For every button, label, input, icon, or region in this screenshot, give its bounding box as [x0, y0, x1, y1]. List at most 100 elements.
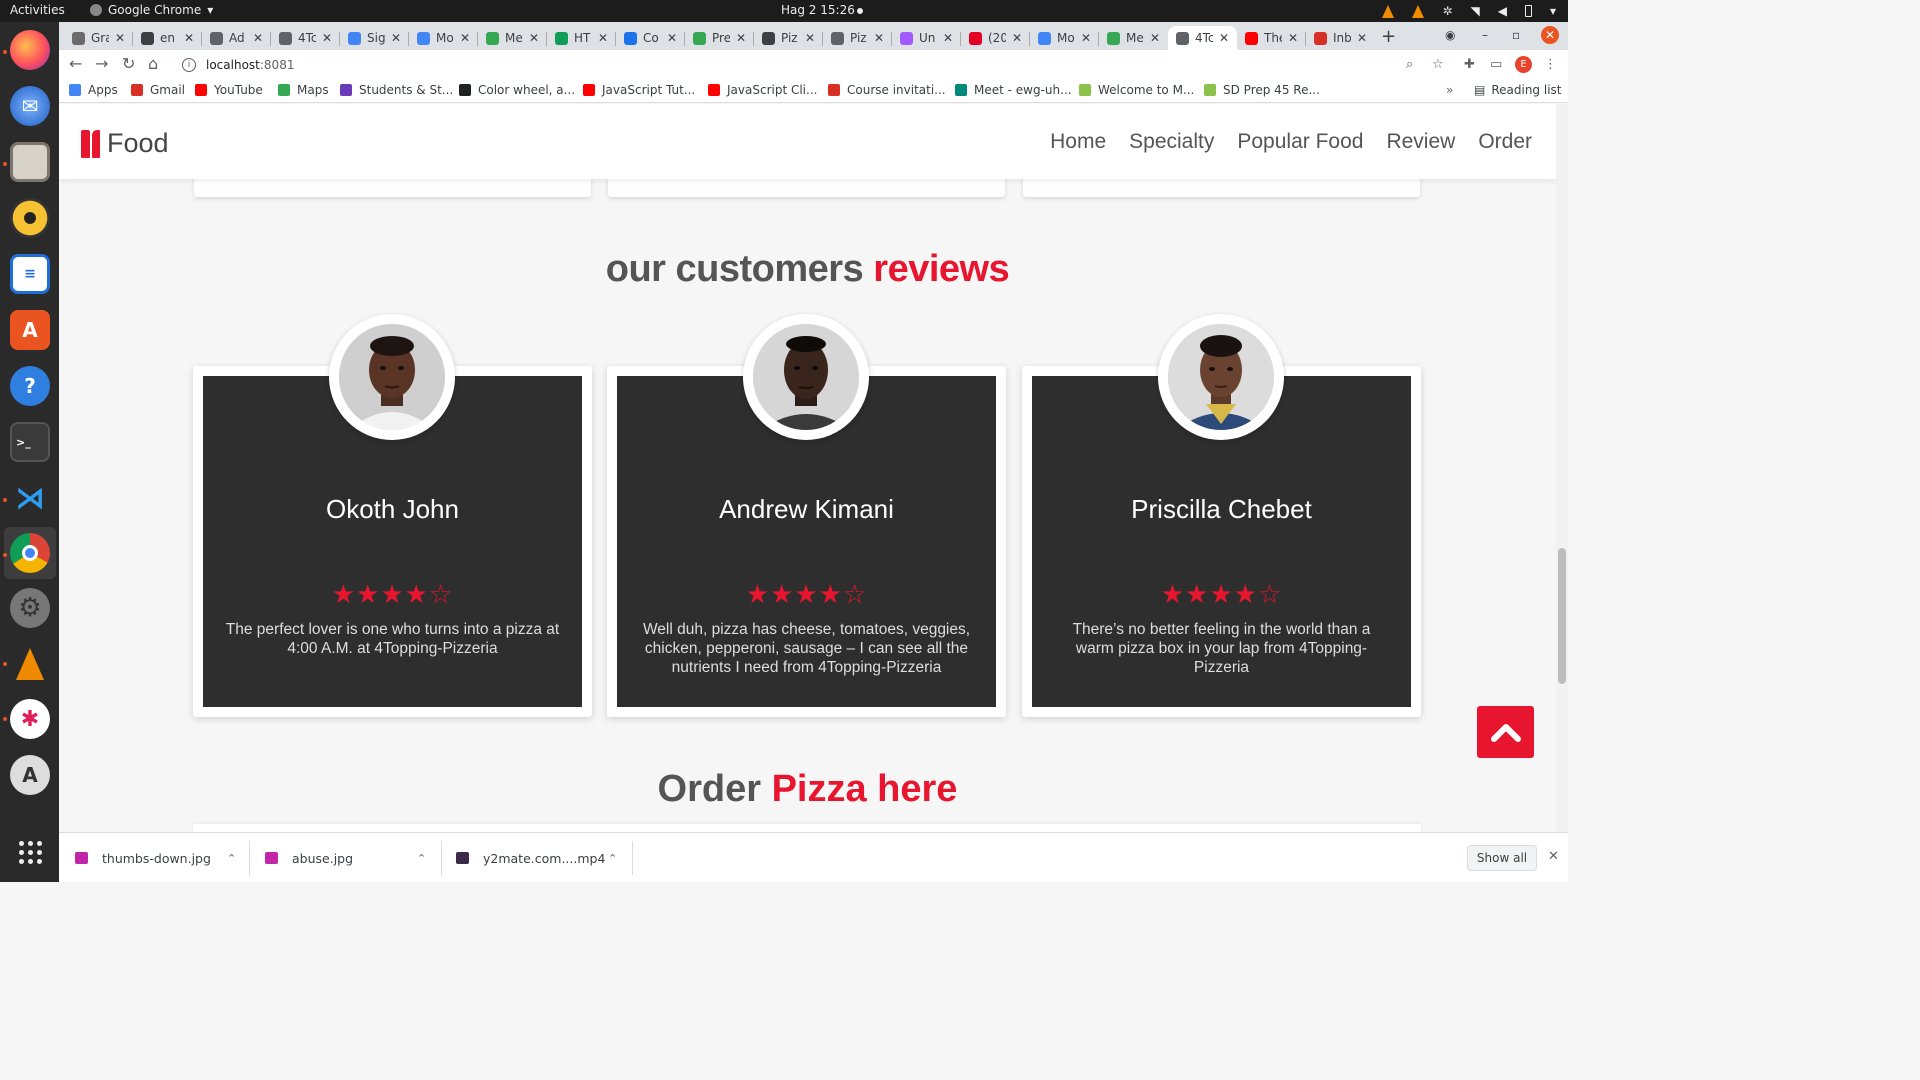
new-tab-button[interactable]: + — [1381, 26, 1396, 47]
close-window-button[interactable]: ✕ — [1541, 26, 1559, 44]
tab-search-icon[interactable]: ◉ — [1445, 28, 1455, 42]
close-tab-icon[interactable]: ✕ — [115, 31, 125, 45]
vscode-icon[interactable]: ⋊ — [10, 478, 50, 518]
browser-tab[interactable]: Piz ✕ — [754, 26, 823, 50]
browser-tab[interactable]: en ✕ — [133, 26, 202, 50]
bookmark-item[interactable]: JavaScript Cli... — [708, 83, 817, 97]
firefox-icon[interactable] — [10, 30, 50, 70]
nav-order[interactable]: Order — [1478, 130, 1532, 154]
browser-tab[interactable]: The ✕ — [1237, 26, 1306, 50]
browser-tab[interactable]: (20 ✕ — [961, 26, 1030, 50]
back-arrow-icon[interactable]: ← — [69, 54, 82, 73]
activities-button[interactable]: Activities — [10, 3, 65, 17]
page-scrollbar[interactable] — [1556, 104, 1568, 832]
wifi-icon[interactable]: ◥ — [1471, 4, 1480, 18]
tab-active[interactable]: 4Tc ✕ — [1168, 26, 1237, 50]
close-tab-icon[interactable]: ✕ — [1150, 31, 1160, 45]
reading-list-button[interactable]: ▤ Reading list — [1474, 83, 1562, 97]
browser-tab[interactable]: Mo ✕ — [409, 26, 478, 50]
close-tab-icon[interactable]: ✕ — [1219, 31, 1229, 45]
app-menu[interactable]: Google Chrome ▾ — [90, 3, 213, 17]
browser-tab[interactable]: Co ✕ — [616, 26, 685, 50]
show-apps-icon[interactable] — [10, 832, 50, 872]
forward-arrow-icon[interactable]: → — [95, 54, 108, 73]
close-tab-icon[interactable]: ✕ — [460, 31, 470, 45]
rhythmbox-icon[interactable] — [10, 198, 50, 238]
nav-review[interactable]: Review — [1386, 130, 1455, 154]
download-item[interactable]: abuse.jpg ⌃ — [265, 833, 435, 883]
power-menu-icon[interactable]: ▾ — [1550, 4, 1556, 18]
close-tab-icon[interactable]: ✕ — [184, 31, 194, 45]
restore-button[interactable]: ▫ — [1512, 28, 1520, 42]
download-item[interactable]: thumbs-down.jpg ⌃ — [75, 833, 245, 883]
reload-icon[interactable]: ↻ — [122, 54, 135, 73]
scroll-to-top-button[interactable] — [1477, 706, 1534, 758]
bookmark-item[interactable]: Course invitati... — [828, 83, 946, 97]
browser-tab[interactable]: Piz ✕ — [823, 26, 892, 50]
terminal-icon[interactable]: >_ — [10, 422, 50, 462]
close-tab-icon[interactable]: ✕ — [943, 31, 953, 45]
bookmark-item[interactable]: SD Prep 45 Re... — [1204, 83, 1320, 97]
browser-tab[interactable]: Mo ✕ — [1030, 26, 1099, 50]
chevron-up-icon[interactable]: ⌃ — [227, 852, 236, 865]
close-tab-icon[interactable]: ✕ — [391, 31, 401, 45]
browser-tab[interactable]: 4Tc ✕ — [271, 26, 340, 50]
browser-tab[interactable]: Ad ✕ — [202, 26, 271, 50]
vlc-tray-icon-2[interactable] — [1412, 4, 1425, 18]
browser-tab[interactable]: Pre ✕ — [685, 26, 754, 50]
browser-tab[interactable]: Gra ✕ — [64, 26, 133, 50]
writer-icon[interactable]: ≡ — [10, 254, 50, 294]
close-tab-icon[interactable]: ✕ — [1288, 31, 1298, 45]
browser-tab[interactable]: Sig ✕ — [340, 26, 409, 50]
settings-icon[interactable]: ⚙ — [10, 588, 50, 628]
chevron-up-icon[interactable]: ⌃ — [608, 852, 617, 865]
site-logo[interactable]: Food — [79, 128, 169, 159]
more-bookmarks-icon[interactable]: » — [1446, 83, 1453, 97]
home-icon[interactable]: ⌂ — [148, 54, 158, 73]
browser-tab[interactable]: Un ✕ — [892, 26, 961, 50]
nav-popular-food[interactable]: Popular Food — [1237, 130, 1363, 154]
browser-tab[interactable]: Me ✕ — [478, 26, 547, 50]
thunderbird-icon[interactable]: ✉ — [10, 86, 50, 126]
vlc-tray-icon[interactable] — [1382, 4, 1395, 18]
battery-icon[interactable] — [1524, 5, 1532, 17]
address-bar[interactable]: i localhost:8081 — [174, 52, 1454, 77]
bookmark-item[interactable]: Maps — [278, 83, 329, 97]
site-info-icon[interactable]: i — [182, 57, 196, 72]
nav-specialty[interactable]: Specialty — [1129, 130, 1214, 154]
close-icon[interactable]: ✕ — [1548, 849, 1559, 864]
help-icon[interactable]: ? — [10, 366, 50, 406]
close-tab-icon[interactable]: ✕ — [529, 31, 539, 45]
system-tray[interactable]: ✲ ◥ ◀ ▾ — [1382, 2, 1556, 20]
browser-tab[interactable]: Inb ✕ — [1306, 26, 1375, 50]
browser-tab[interactable]: Me ✕ — [1099, 26, 1168, 50]
bookmark-item[interactable]: Meet - ewg-uh... — [955, 83, 1072, 97]
minimize-button[interactable]: – — [1482, 28, 1488, 42]
bookmark-item[interactable]: Apps — [69, 83, 118, 97]
bookmark-item[interactable]: Welcome to M... — [1079, 83, 1194, 97]
bookmark-star-icon[interactable]: ☆ — [1432, 57, 1444, 72]
updater-icon[interactable]: A — [10, 755, 50, 795]
profile-avatar[interactable]: E — [1515, 56, 1532, 73]
extensions-icon[interactable]: ✚ — [1464, 57, 1475, 72]
close-tab-icon[interactable]: ✕ — [667, 31, 677, 45]
clock[interactable]: Hag 2 15:26 — [781, 3, 855, 17]
software-center-icon[interactable]: A — [10, 310, 50, 350]
cast-icon[interactable]: ▭ — [1490, 57, 1502, 72]
bookmark-item[interactable]: Gmail — [131, 83, 185, 97]
close-tab-icon[interactable]: ✕ — [1012, 31, 1022, 45]
close-tab-icon[interactable]: ✕ — [253, 31, 263, 45]
close-tab-icon[interactable]: ✕ — [322, 31, 332, 45]
bookmark-item[interactable]: YouTube — [195, 83, 263, 97]
close-tab-icon[interactable]: ✕ — [598, 31, 608, 45]
menu-kebab-icon[interactable]: ⋮ — [1544, 57, 1557, 72]
bookmark-item[interactable]: Color wheel, a... — [459, 83, 575, 97]
slack-icon[interactable]: ✱ — [10, 699, 50, 739]
chrome-icon[interactable] — [10, 533, 50, 573]
volume-icon[interactable]: ◀ — [1498, 4, 1507, 18]
files-icon[interactable] — [10, 142, 50, 182]
close-tab-icon[interactable]: ✕ — [736, 31, 746, 45]
nav-home[interactable]: Home — [1050, 130, 1106, 154]
vlc-icon[interactable] — [10, 644, 50, 684]
download-item[interactable]: y2mate.com....mp4 ⌃ — [456, 833, 626, 883]
